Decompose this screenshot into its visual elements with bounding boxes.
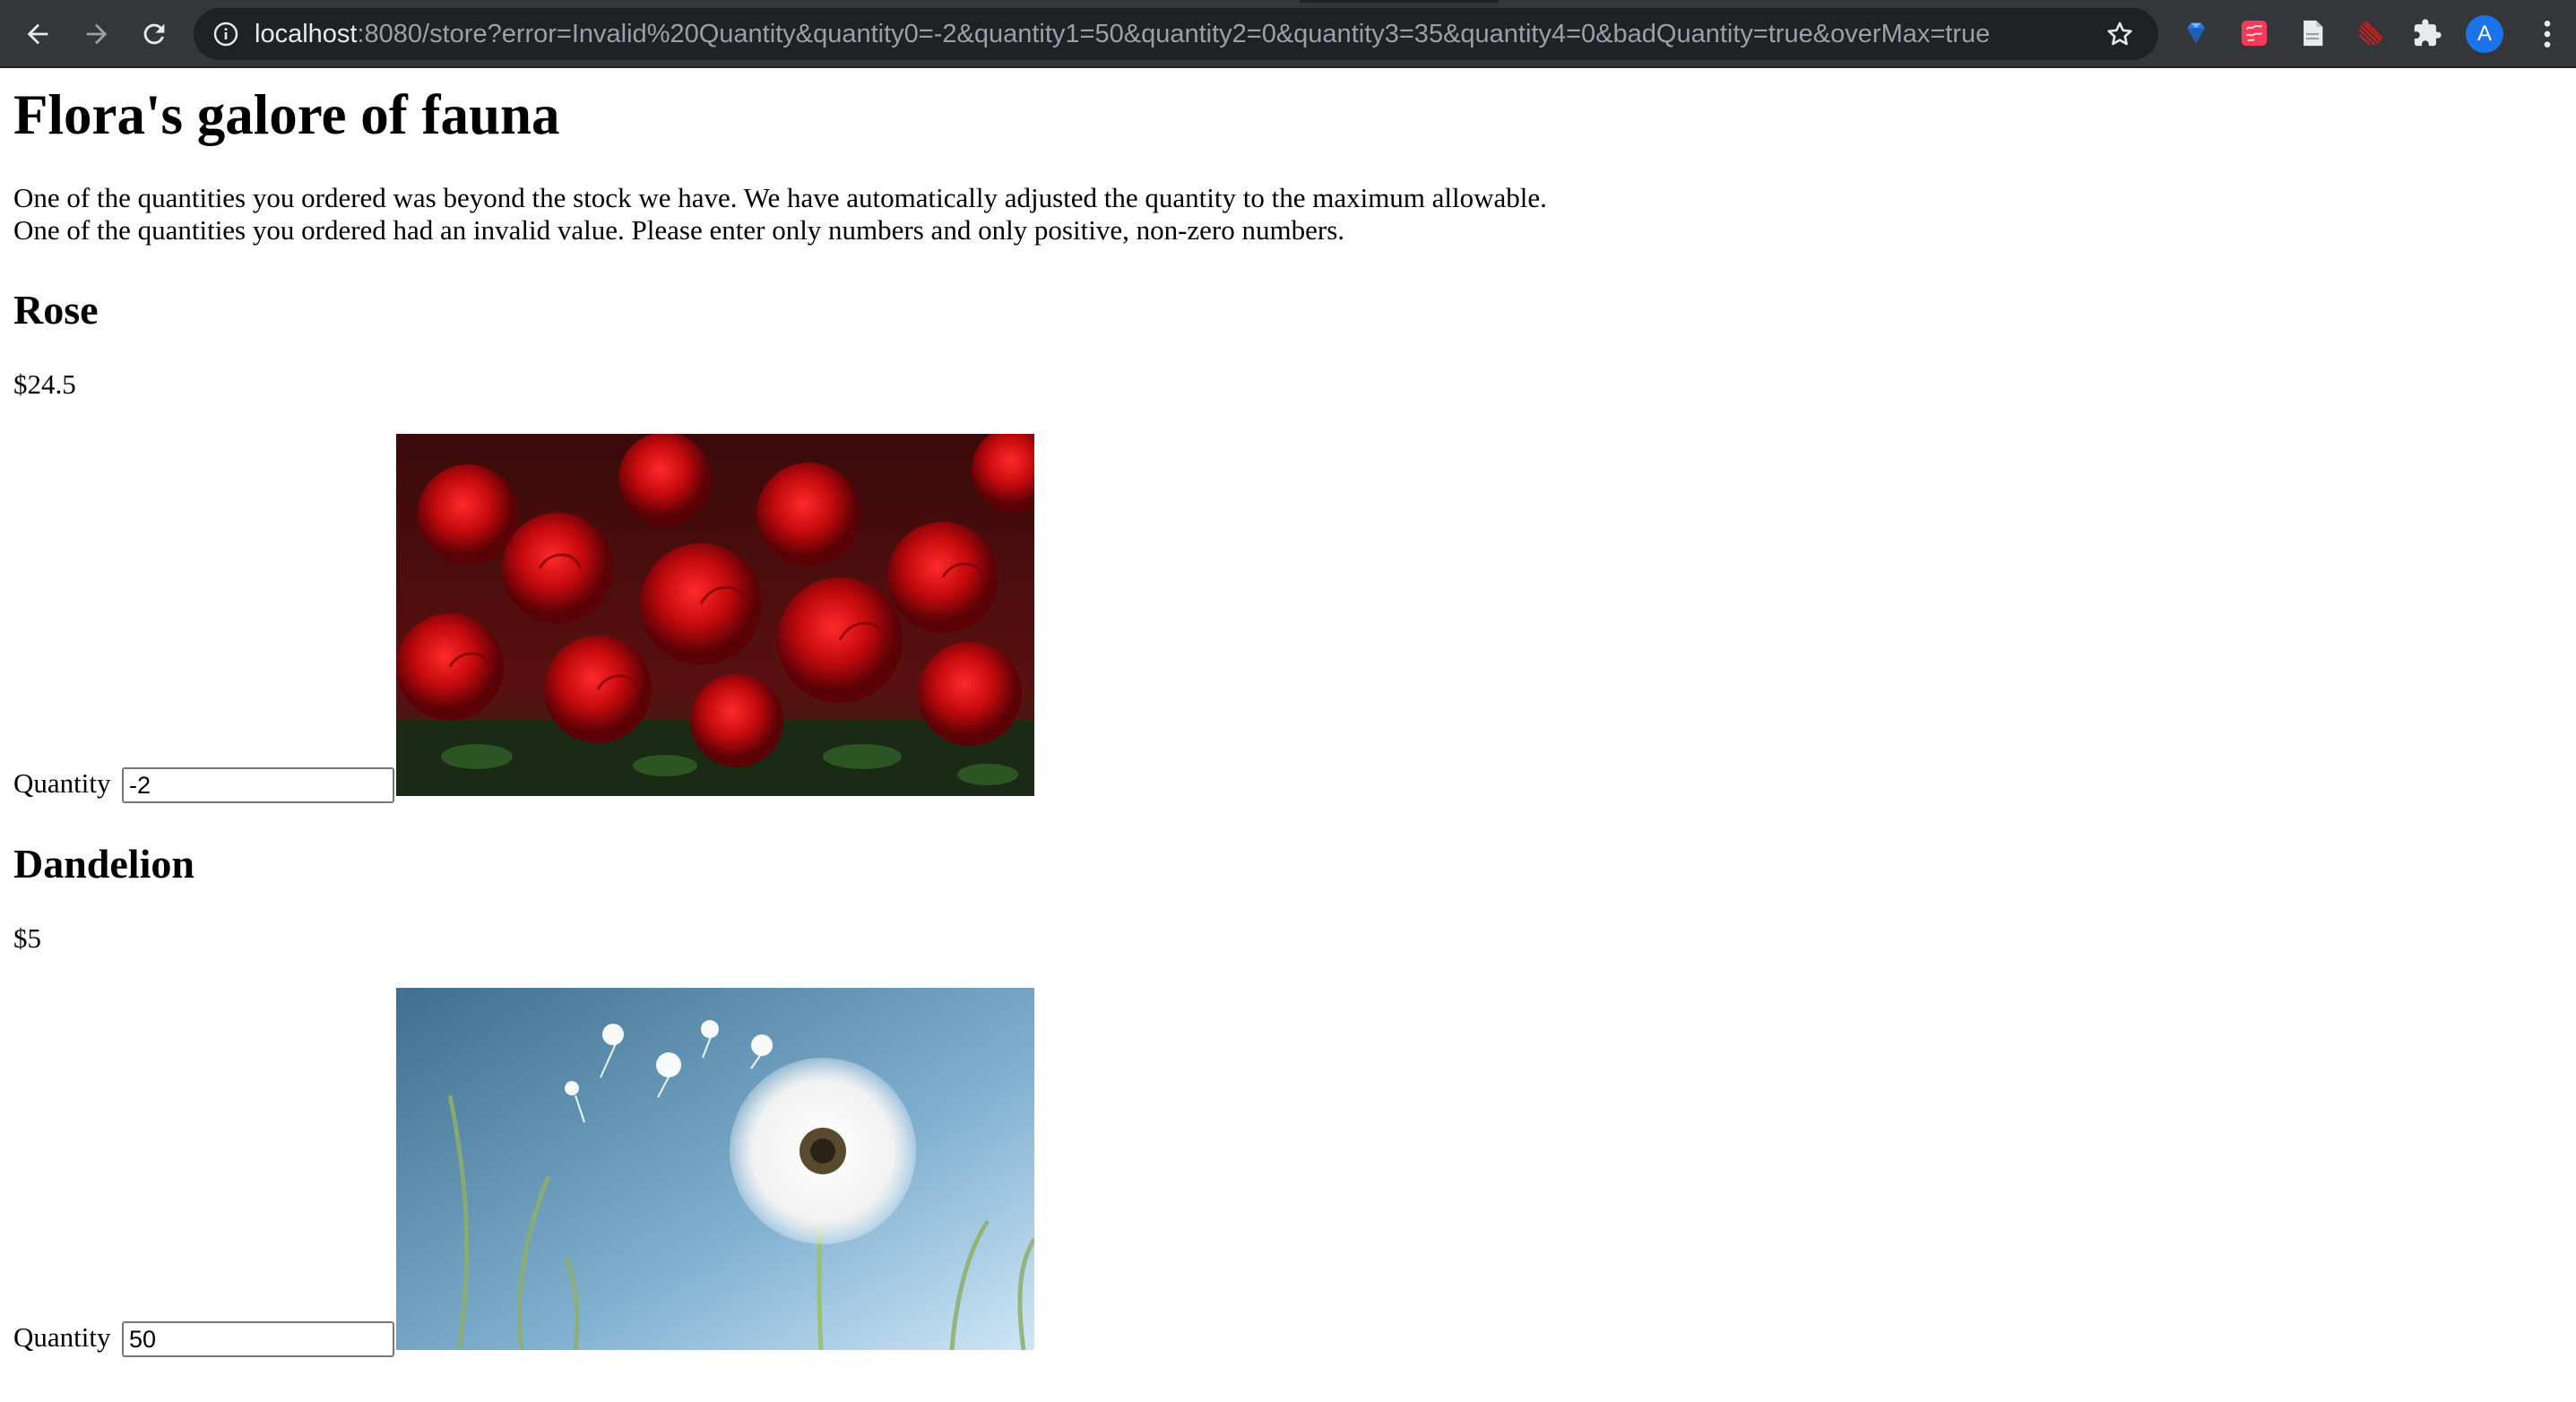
forward-icon: [86, 23, 108, 45]
info-icon[interactable]: [212, 20, 240, 48]
url-text[interactable]: localhost:8080/store?error=Invalid%20Qua…: [255, 8, 1990, 60]
quantity-label-rose: Quantity: [13, 767, 111, 799]
back-icon: [27, 23, 48, 45]
forward-button[interactable]: [75, 13, 118, 56]
striped-extension-icon[interactable]: [2356, 18, 2386, 48]
invalid-quantity-message: One of the quantities you ordered had an…: [13, 214, 1345, 246]
profile-avatar[interactable]: A: [2466, 15, 2503, 53]
red-extension-icon[interactable]: [2239, 18, 2269, 48]
product-price-rose: $24.5: [13, 368, 76, 400]
dandelion-image: [396, 988, 1034, 1350]
rose-image: [396, 434, 1034, 796]
tab-strip-edge: [1300, 0, 1499, 3]
product-price-dandelion: $5: [13, 922, 41, 954]
url-host: localhost: [255, 20, 358, 48]
quantity-input-rose[interactable]: [122, 767, 394, 803]
page-content: Flora's galore of fauna One of the quant…: [0, 70, 2576, 1402]
red-roses-photo: [396, 434, 1034, 796]
quantity-label-dandelion: Quantity: [13, 1321, 111, 1353]
gem-extension-icon[interactable]: [2181, 18, 2211, 48]
puzzle-extensions-icon[interactable]: [2412, 18, 2442, 48]
reload-icon: [143, 23, 165, 45]
quantity-input-dandelion[interactable]: [122, 1321, 394, 1357]
browser-toolbar: localhost:8080/store?error=Invalid%20Qua…: [0, 0, 2576, 68]
product-name-rose: Rose: [13, 287, 99, 333]
back-button[interactable]: [16, 13, 59, 56]
bookmark-star-icon[interactable]: [2105, 19, 2135, 49]
document-extension-icon[interactable]: [2297, 18, 2328, 48]
over-stock-message: One of the quantities you ordered was be…: [13, 182, 1547, 213]
reload-button[interactable]: [133, 13, 176, 56]
address-bar[interactable]: localhost:8080/store?error=Invalid%20Qua…: [194, 8, 2158, 60]
dandelion-photo: [396, 988, 1034, 1350]
menu-kebab-icon[interactable]: [2529, 16, 2565, 52]
page-title: Flora's galore of fauna: [13, 83, 560, 146]
product-name-dandelion: Dandelion: [13, 841, 194, 887]
url-path: :8080/store?error=Invalid%20Quantity&qua…: [357, 20, 1991, 48]
